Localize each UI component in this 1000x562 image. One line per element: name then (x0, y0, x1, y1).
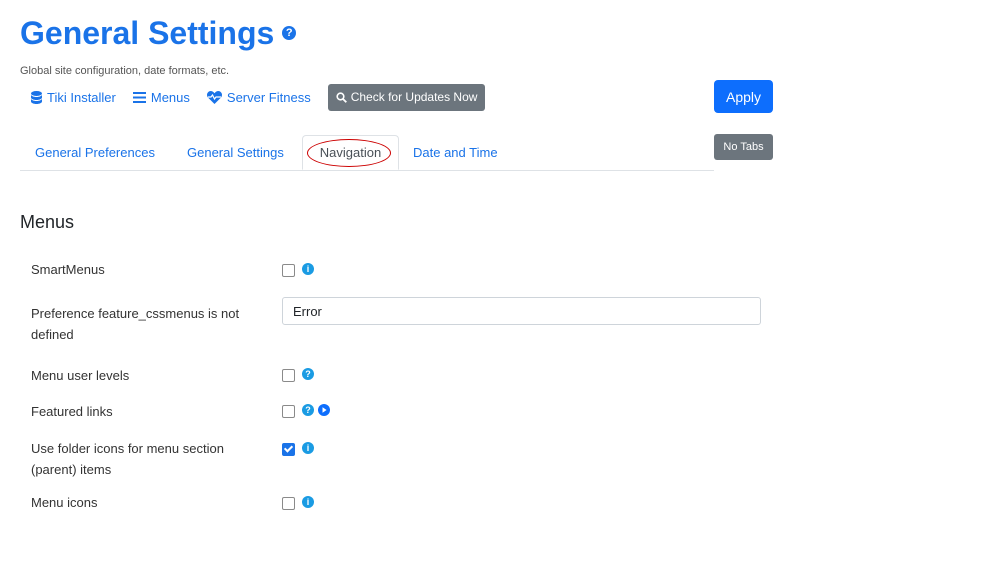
info-icon[interactable]: i (302, 263, 314, 275)
pref-label-featured-links: Featured links (31, 404, 113, 419)
pref-label-folder-icons: Use folder icons for menu section (paren… (31, 441, 224, 477)
pref-label-cssmenus: Preference feature_cssmenus is not defin… (31, 306, 240, 342)
play-icon[interactable] (318, 404, 330, 416)
info-icon[interactable]: i (302, 442, 314, 454)
smartmenus-checkbox[interactable] (282, 264, 295, 277)
info-icon[interactable]: i (302, 496, 314, 508)
help-icon[interactable]: ? (302, 404, 314, 416)
cssmenus-input[interactable] (282, 297, 761, 325)
pref-label-smartmenus: SmartMenus (31, 262, 105, 277)
menu-icons-checkbox[interactable] (282, 497, 295, 510)
folder-icons-checkbox[interactable] (282, 443, 295, 456)
preferences-list: SmartMenus i Preference feature_cssmenus… (0, 0, 1000, 510)
pref-label-menu-user-levels: Menu user levels (31, 368, 130, 383)
menu-user-levels-checkbox[interactable] (282, 369, 295, 382)
help-icon[interactable]: ? (302, 368, 314, 380)
featured-links-checkbox[interactable] (282, 405, 295, 418)
pref-label-menu-icons: Menu icons (31, 495, 98, 510)
